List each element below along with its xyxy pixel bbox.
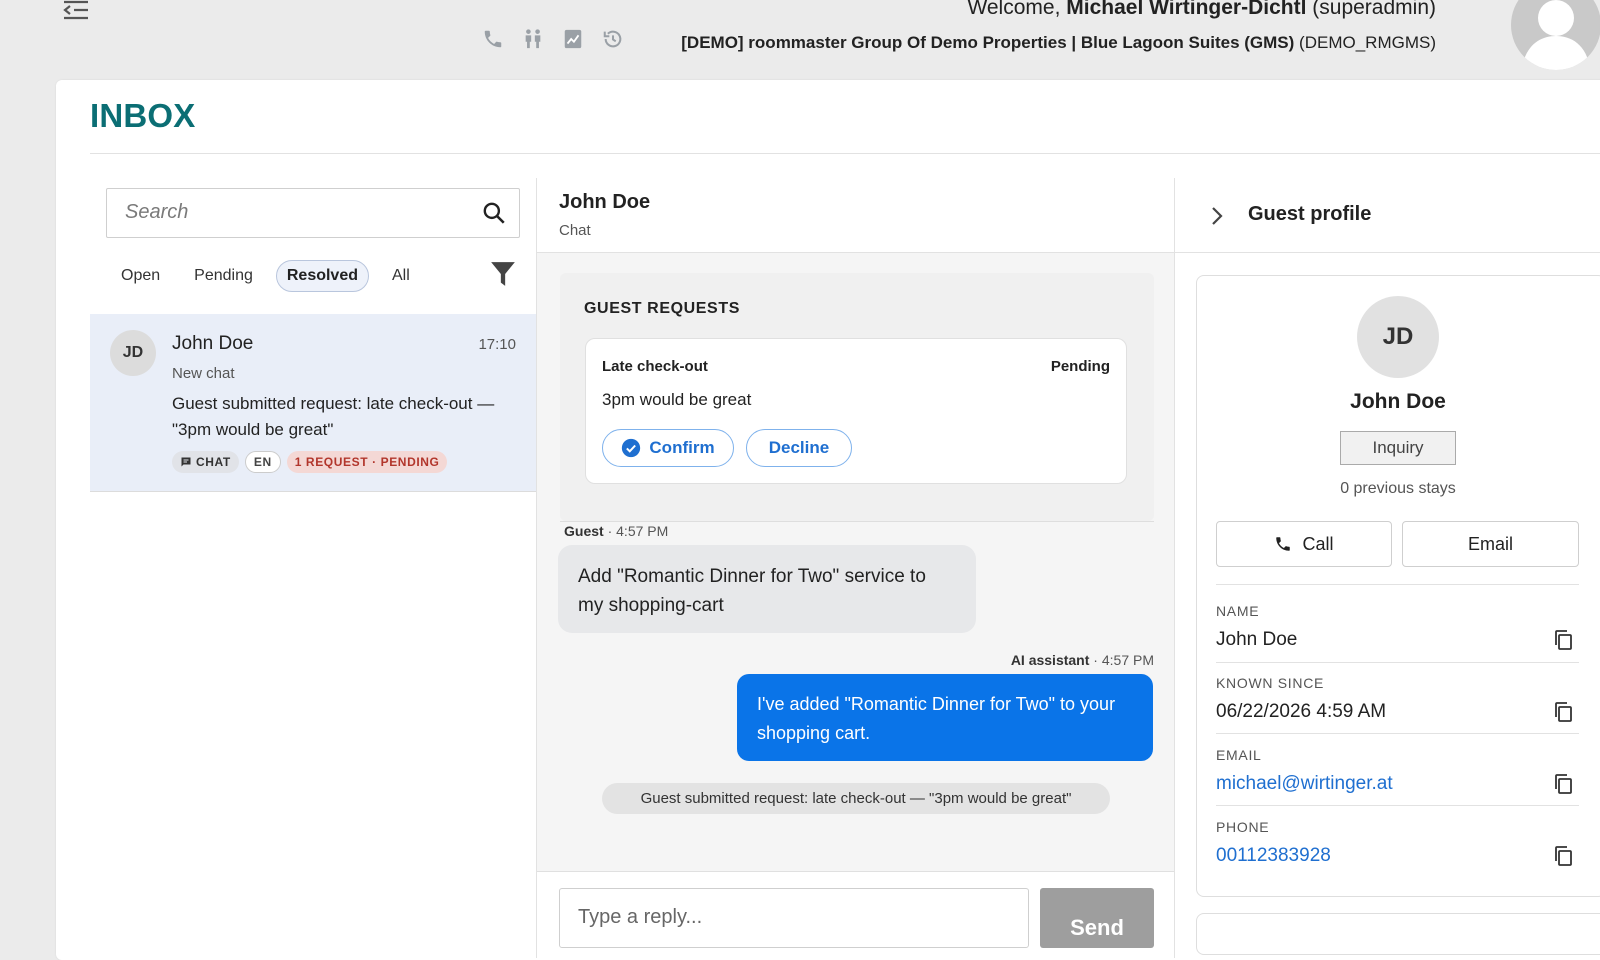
field-value-email[interactable]: michael@wirtinger.at [1216, 773, 1393, 795]
language-badge: EN [244, 451, 281, 473]
welcome-prefix: Welcome, [967, 0, 1061, 19]
search-box [106, 188, 520, 238]
title-divider [90, 153, 1600, 154]
conversation-badges: CHAT EN 1 REQUEST · PENDING [172, 451, 448, 473]
reply-box [559, 888, 1029, 948]
compose-divider [537, 871, 1174, 872]
guest-status-tag: Inquiry [1340, 431, 1456, 465]
request-text: 3pm would be great [602, 390, 752, 409]
meta-separator: · [607, 523, 613, 539]
field-label-email: EMAIL [1216, 747, 1262, 763]
welcome-text: Welcome, Michael Wirtinger-Dichtl (super… [967, 0, 1436, 20]
request-status: Pending [1050, 358, 1110, 375]
guest-profile-secondary-card [1196, 913, 1600, 955]
conversation-preview: Guest submitted request: late check-out … [172, 394, 495, 439]
user-role: (superadmin) [1312, 0, 1436, 19]
confirm-request-button[interactable]: Confirm [602, 429, 734, 467]
guest-profile-header-divider [1175, 252, 1600, 253]
copy-icon[interactable] [1553, 629, 1573, 651]
channel-badge-label: CHAT [196, 455, 231, 469]
field-divider [1216, 584, 1579, 585]
conversation-avatar: JD [110, 330, 156, 376]
user-silhouette-icon [1521, 0, 1591, 70]
conversation-list-item[interactable]: JD John Doe 17:10 New chat Guest submitt… [90, 314, 536, 492]
guest-name: John Doe [1350, 390, 1446, 413]
conversation-time: 17:10 [478, 336, 516, 353]
ai-message-time: 4:57 PM [1101, 652, 1154, 668]
field-label-name: NAME [1216, 603, 1260, 619]
reply-input[interactable] [576, 905, 1000, 930]
call-button[interactable]: Call [1216, 521, 1392, 567]
property-code: (DEMO_RMGMS) [1299, 33, 1436, 52]
decline-request-button[interactable]: Decline [746, 429, 852, 467]
call-label: Call [1302, 533, 1334, 554]
filter-funnel-icon[interactable] [490, 260, 516, 288]
phone-icon [1276, 537, 1291, 551]
guest-avatar: JD [1357, 296, 1439, 378]
status-filter-tabs: Open Pending Resolved All [110, 260, 433, 292]
guest-previous-stays: 0 previous stays [1340, 480, 1456, 497]
chat-channel-label: Chat [559, 222, 591, 239]
guest-message-bubble: Add "Romantic Dinner for Two" service to… [558, 545, 976, 633]
history-icon[interactable] [602, 28, 624, 50]
field-value-known-since: 06/22/2026 4:59 AM [1216, 701, 1387, 722]
report-icon[interactable] [562, 28, 584, 50]
conversation-subtitle: New chat [172, 365, 235, 382]
system-note: Guest submitted request: late check-out … [602, 783, 1110, 814]
property-title: [DEMO] roommaster Group Of Demo Properti… [681, 33, 1436, 53]
guest-sender: Guest [564, 523, 604, 539]
filter-tab-open[interactable]: Open [110, 260, 171, 292]
confirm-label: Confirm [649, 438, 715, 457]
guests-icon[interactable] [522, 28, 544, 50]
copy-icon[interactable] [1553, 701, 1573, 723]
page-title: INBOX [90, 97, 196, 134]
channel-badge: CHAT [172, 451, 239, 473]
conversation-name: John Doe [172, 333, 254, 354]
header-icon-bar [482, 28, 624, 50]
chevron-right-icon[interactable] [1209, 205, 1225, 227]
guest-requests-title: GUEST REQUESTS [584, 300, 740, 317]
search-input[interactable] [123, 200, 467, 225]
ai-sender: AI assistant [1010, 652, 1090, 668]
field-divider [1216, 733, 1579, 734]
field-value-phone[interactable]: 00112383928 [1216, 845, 1331, 867]
guest-request-card: Late check-out Pending 3pm would be grea… [585, 338, 1127, 484]
request-type: Late check-out [602, 358, 708, 375]
chat-bubble-icon [181, 457, 191, 467]
middle-column-divider [1174, 178, 1175, 958]
user-avatar[interactable] [1511, 0, 1600, 70]
field-label-known-since: KNOWN SINCE [1216, 675, 1325, 691]
filter-tab-all[interactable]: All [381, 260, 421, 292]
copy-icon[interactable] [1553, 845, 1573, 867]
chat-contact-name: John Doe [559, 191, 651, 213]
property-name: [DEMO] roommaster Group Of Demo Properti… [681, 33, 1295, 52]
email-button[interactable]: Email [1402, 521, 1579, 567]
guest-profile-title: Guest profile [1248, 203, 1372, 225]
ai-message-meta: AI assistant · 4:57 PM [1011, 652, 1154, 668]
field-divider [1216, 805, 1579, 806]
copy-icon[interactable] [1553, 773, 1573, 795]
filter-tab-pending[interactable]: Pending [183, 260, 264, 292]
guest-message-meta: Guest · 4:57 PM [564, 523, 668, 539]
field-label-phone: PHONE [1216, 819, 1270, 835]
check-circle-icon [622, 438, 641, 458]
request-status-badge: 1 REQUEST · PENDING [286, 451, 448, 473]
field-value-name: John Doe [1216, 629, 1298, 650]
filter-tab-resolved[interactable]: Resolved [275, 260, 369, 292]
field-divider [1216, 662, 1579, 663]
guest-message-time: 4:57 PM [616, 523, 669, 539]
menu-collapse-icon[interactable] [62, 0, 90, 20]
meta-separator: · [1093, 652, 1098, 668]
ai-message-bubble: I've added "Romantic Dinner for Two" to … [737, 674, 1153, 761]
search-icon[interactable] [481, 200, 507, 226]
send-button[interactable]: Send [1040, 888, 1154, 948]
user-name: Michael Wirtinger-Dichtl [1066, 0, 1307, 19]
messages-divider [560, 521, 1154, 522]
phone-icon[interactable] [482, 28, 504, 50]
